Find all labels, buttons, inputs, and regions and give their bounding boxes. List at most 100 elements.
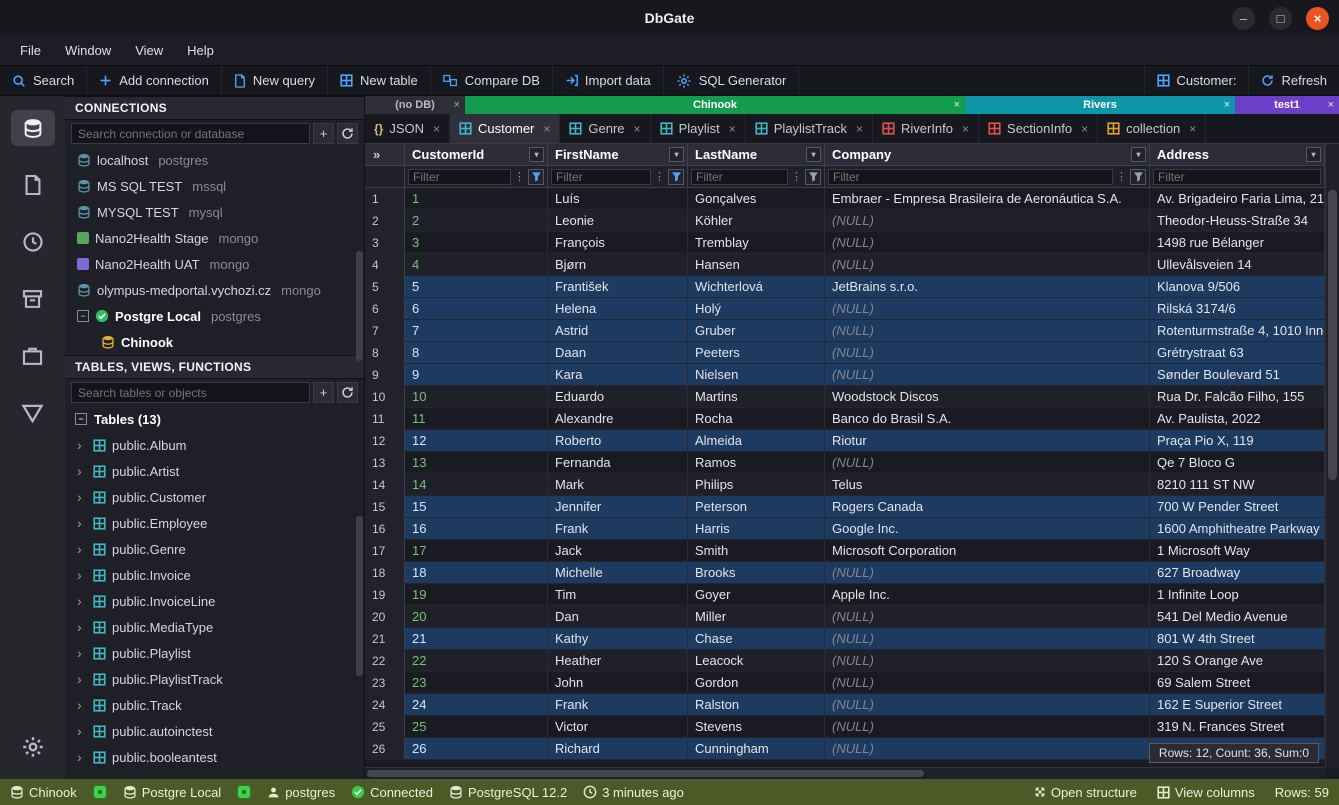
row-number[interactable]: 17	[365, 540, 405, 561]
rail-files-icon[interactable]	[11, 167, 55, 203]
grid-cell[interactable]: (NULL)	[825, 694, 1150, 715]
grid-cell[interactable]: 12	[405, 430, 548, 451]
status-item-postgre-local[interactable]: Postgre Local	[123, 785, 222, 800]
connection-item[interactable]: localhostpostgres	[65, 147, 364, 173]
close-icon[interactable]: ×	[954, 99, 960, 111]
row-number[interactable]: 26	[365, 738, 405, 759]
grid-cell[interactable]: Av. Paulista, 2022	[1150, 408, 1325, 429]
status-item-postgres[interactable]: postgres	[267, 785, 335, 800]
grid-cell[interactable]: 2	[405, 210, 548, 231]
grid-cell[interactable]: 17	[405, 540, 548, 561]
grid-cell[interactable]: 801 W 4th Street	[1150, 628, 1325, 649]
grid-cell[interactable]: 22	[405, 650, 548, 671]
horizontal-scrollbar[interactable]	[365, 767, 1325, 779]
grid-cell[interactable]: 15	[405, 496, 548, 517]
sidebar-scrollbar[interactable]	[356, 251, 363, 361]
column-header-company[interactable]: Company▾	[825, 144, 1150, 165]
table-row[interactable]: 44BjørnHansen(NULL)Ullevålsveien 14	[365, 254, 1325, 276]
grid-cell[interactable]: 5	[405, 276, 548, 297]
grid-cell[interactable]: Michelle	[548, 562, 688, 583]
funnel-icon[interactable]	[528, 169, 544, 185]
grid-cell[interactable]: 162 E Superior Street	[1150, 694, 1325, 715]
grid-cell[interactable]: Helena	[548, 298, 688, 319]
close-icon[interactable]: ×	[1328, 99, 1334, 111]
grid-cell[interactable]: 26	[405, 738, 548, 759]
grid-cell[interactable]: 69 Salem Street	[1150, 672, 1325, 693]
connection-search-input[interactable]	[71, 123, 310, 144]
grid-cell[interactable]: 23	[405, 672, 548, 693]
grid-cell[interactable]: 6	[405, 298, 548, 319]
grid-cell[interactable]: Gonçalves	[688, 188, 825, 209]
grid-corner-button[interactable]: »	[365, 144, 405, 165]
collapse-icon[interactable]: −	[75, 413, 87, 425]
grid-cell[interactable]: Sønder Boulevard 51	[1150, 364, 1325, 385]
close-icon[interactable]: ×	[543, 122, 550, 136]
filter-menu-icon[interactable]: ⋮	[790, 170, 803, 183]
grid-cell[interactable]: 1498 rue Bélanger	[1150, 232, 1325, 253]
add-connection-small-button[interactable]: +	[313, 123, 334, 144]
grid-cell[interactable]: Dan	[548, 606, 688, 627]
row-number[interactable]: 5	[365, 276, 405, 297]
row-number[interactable]: 21	[365, 628, 405, 649]
menu-view[interactable]: View	[125, 39, 173, 62]
grid-cell[interactable]: Kara	[548, 364, 688, 385]
grid-cell[interactable]: Chase	[688, 628, 825, 649]
close-icon[interactable]: ×	[1224, 99, 1230, 111]
grid-cell[interactable]: 25	[405, 716, 548, 737]
objects-search-input[interactable]	[71, 382, 310, 403]
column-header-firstname[interactable]: FirstName▾	[548, 144, 688, 165]
grid-cell[interactable]: (NULL)	[825, 232, 1150, 253]
grid-cell[interactable]: Apple Inc.	[825, 584, 1150, 605]
rail-archive-icon[interactable]	[11, 281, 55, 317]
connection-item[interactable]: Nano2Health UATmongo	[65, 251, 364, 277]
grid-cell[interactable]: Cunningham	[688, 738, 825, 759]
column-dropdown-icon[interactable]: ▾	[1131, 147, 1146, 162]
grid-cell[interactable]: (NULL)	[825, 254, 1150, 275]
grid-cell[interactable]: 319 N. Frances Street	[1150, 716, 1325, 737]
table-row[interactable]: 2525VictorStevens(NULL)319 N. Frances St…	[365, 716, 1325, 738]
grid-cell[interactable]: Daan	[548, 342, 688, 363]
status-item-open-structure[interactable]: Open structure	[1034, 785, 1137, 800]
status-item[interactable]	[93, 785, 107, 799]
grid-cell[interactable]: Eduardo	[548, 386, 688, 407]
table-row[interactable]: 2121KathyChase(NULL)801 W 4th Street	[365, 628, 1325, 650]
table-row[interactable]: 1919TimGoyerApple Inc.1 Infinite Loop	[365, 584, 1325, 606]
grid-cell[interactable]: 4	[405, 254, 548, 275]
row-number[interactable]: 1	[365, 188, 405, 209]
grid-cell[interactable]: Smith	[688, 540, 825, 561]
add-object-button[interactable]: +	[313, 382, 334, 403]
grid-cell[interactable]: 8210 111 ST NW	[1150, 474, 1325, 495]
row-number[interactable]: 2	[365, 210, 405, 231]
grid-cell[interactable]: 14	[405, 474, 548, 495]
column-dropdown-icon[interactable]: ▾	[806, 147, 821, 162]
menu-file[interactable]: File	[10, 39, 51, 62]
toolbar-button-search[interactable]: Search	[0, 66, 87, 95]
row-number[interactable]: 6	[365, 298, 405, 319]
grid-cell[interactable]: Luís	[548, 188, 688, 209]
grid-cell[interactable]: Leonie	[548, 210, 688, 231]
grid-cell[interactable]: Riotur	[825, 430, 1150, 451]
grid-cell[interactable]: (NULL)	[825, 452, 1150, 473]
sidebar-table-item[interactable]: ›public.Invoice	[65, 562, 364, 588]
maximize-button[interactable]: □	[1269, 7, 1292, 30]
sidebar-scrollbar[interactable]	[356, 516, 363, 676]
grid-cell[interactable]: 1600 Amphitheatre Parkway	[1150, 518, 1325, 539]
table-row[interactable]: 2323JohnGordon(NULL)69 Salem Street	[365, 672, 1325, 694]
grid-cell[interactable]: Gruber	[688, 320, 825, 341]
grid-cell[interactable]: 3	[405, 232, 548, 253]
grid-cell[interactable]: Klanova 9/506	[1150, 276, 1325, 297]
row-number[interactable]: 23	[365, 672, 405, 693]
status-item-3-minutes-ago[interactable]: 3 minutes ago	[583, 785, 684, 800]
grid-cell[interactable]: Av. Brigadeiro Faria Lima, 2170	[1150, 188, 1325, 209]
grid-cell[interactable]: (NULL)	[825, 672, 1150, 693]
grid-cell[interactable]: Rogers Canada	[825, 496, 1150, 517]
vertical-scrollbar-thumb[interactable]	[1328, 190, 1337, 480]
filter-menu-icon[interactable]: ⋮	[1115, 170, 1128, 183]
grid-cell[interactable]: Peeters	[688, 342, 825, 363]
grid-cell[interactable]: Frank	[548, 518, 688, 539]
row-number[interactable]: 10	[365, 386, 405, 407]
sidebar-table-item[interactable]: ›public.PlaylistTrack	[65, 666, 364, 692]
status-item-chinook[interactable]: Chinook	[10, 785, 77, 800]
grid-cell[interactable]: Leacock	[688, 650, 825, 671]
grid-cell[interactable]: (NULL)	[825, 650, 1150, 671]
